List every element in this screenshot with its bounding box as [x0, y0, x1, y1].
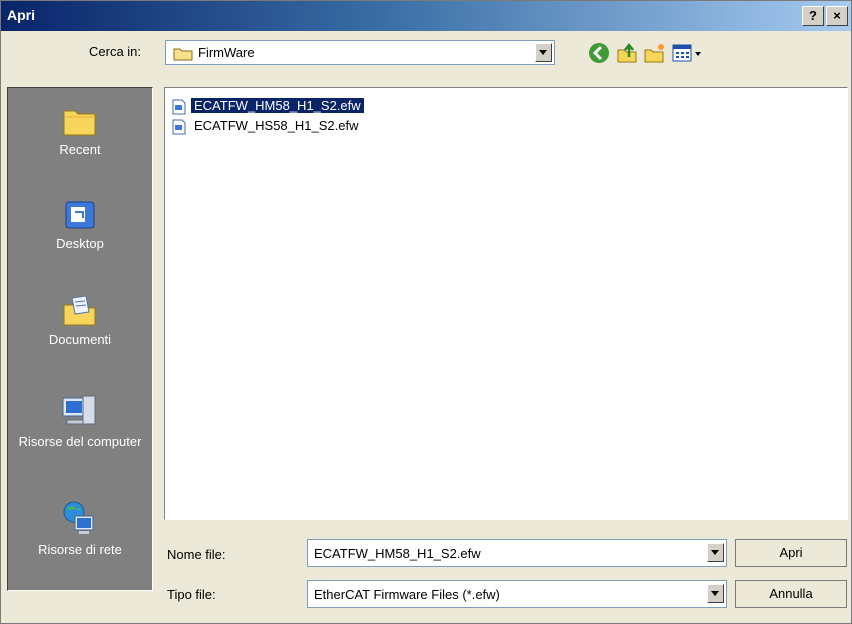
- place-network[interactable]: Risorse di rete: [8, 500, 152, 558]
- place-my-computer-label: Risorse del computer: [18, 434, 142, 449]
- help-button[interactable]: ?: [802, 6, 824, 26]
- documents-icon: [63, 295, 96, 326]
- place-desktop[interactable]: Desktop: [8, 198, 152, 252]
- filename-value: ECATFW_HM58_H1_S2.efw: [314, 546, 481, 561]
- place-documents[interactable]: Documenti: [8, 294, 152, 348]
- file-icon: [172, 119, 186, 135]
- open-button[interactable]: Apri: [735, 539, 847, 567]
- file-name: ECATFW_HS58_H1_S2.efw: [194, 118, 359, 133]
- place-desktop-label: Desktop: [56, 236, 104, 251]
- place-recent-label: Recent: [59, 142, 101, 157]
- view-menu-icon[interactable]: [671, 41, 703, 65]
- network-icon: [63, 501, 94, 534]
- look-in-combo[interactable]: FirmWare: [165, 40, 555, 65]
- cancel-button[interactable]: Annulla: [735, 580, 847, 608]
- file-name: ECATFW_HM58_H1_S2.efw: [191, 98, 364, 113]
- look-in-label: Cerca in:: [89, 44, 142, 59]
- folder-icon: [173, 48, 193, 61]
- filetype-select[interactable]: EtherCAT Firmware Files (*.efw): [307, 580, 727, 608]
- filename-dropdown-button[interactable]: [707, 543, 724, 562]
- filetype-dropdown-button[interactable]: [707, 584, 724, 603]
- filetype-value: EtherCAT Firmware Files (*.efw): [314, 587, 500, 602]
- places-bar: Recent Desktop Documenti Risorse del com…: [7, 87, 153, 591]
- list-item[interactable]: ECATFW_HM58_H1_S2.efw: [171, 96, 364, 116]
- window-title: Apri: [7, 7, 35, 23]
- place-documents-label: Documenti: [48, 332, 112, 347]
- file-icon: [172, 99, 186, 115]
- filename-label: Nome file:: [167, 547, 226, 562]
- up-folder-icon[interactable]: [615, 41, 639, 65]
- place-recent[interactable]: Recent: [8, 104, 152, 158]
- my-computer-icon: [62, 395, 96, 425]
- file-list[interactable]: ECATFW_HM58_H1_S2.efw ECATFW_HS58_H1_S2.…: [164, 87, 848, 520]
- place-network-label: Risorse di rete: [38, 542, 122, 557]
- list-item[interactable]: ECATFW_HS58_H1_S2.efw: [171, 116, 362, 136]
- open-dialog: Apri ? × Cerca in: FirmWare Recent Deskt…: [0, 0, 852, 624]
- desktop-icon: [65, 201, 95, 229]
- look-in-value: FirmWare: [198, 45, 255, 60]
- filename-field[interactable]: ECATFW_HM58_H1_S2.efw: [307, 539, 727, 567]
- recent-folder-icon: [63, 110, 96, 136]
- close-button[interactable]: ×: [826, 6, 848, 26]
- filetype-label: Tipo file:: [167, 587, 216, 602]
- place-my-computer[interactable]: Risorse del computer: [8, 392, 152, 450]
- back-icon[interactable]: [587, 41, 611, 65]
- title-bar[interactable]: Apri ? ×: [1, 1, 851, 31]
- look-in-dropdown-button[interactable]: [535, 43, 552, 62]
- new-folder-icon[interactable]: [643, 41, 667, 65]
